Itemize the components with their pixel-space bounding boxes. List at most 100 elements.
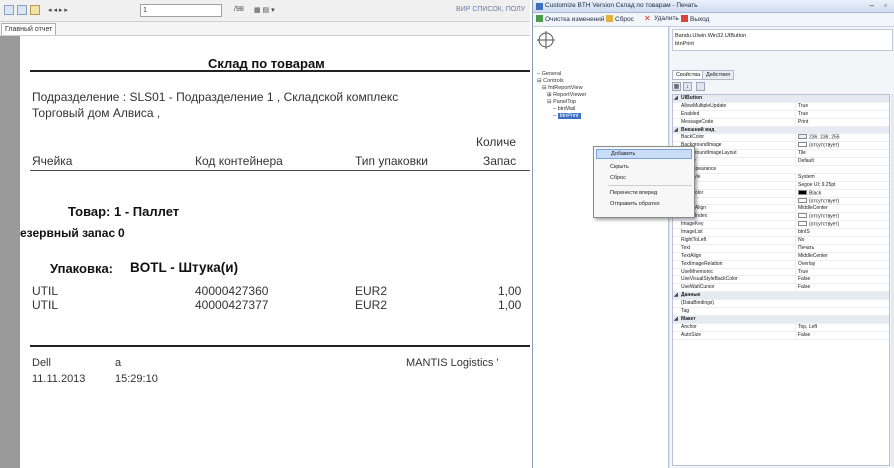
property-row[interactable]: BackColor 236; 236; 255 (673, 134, 889, 143)
crosshair-icon[interactable] (536, 30, 556, 50)
row2-qty: 1,00 (498, 298, 522, 312)
report-subtitle-2: Торговый дом Алвиса , (32, 106, 161, 120)
property-name: FlatAppearance (681, 166, 717, 173)
property-row[interactable]: AutoSize False (673, 331, 889, 340)
property-row[interactable]: Tag (673, 308, 889, 316)
property-value[interactable]: Segoe UI; 9,25pt (795, 181, 889, 190)
property-value[interactable]: MiddleCenter (795, 205, 889, 214)
tab-actions[interactable]: Действия (702, 70, 735, 80)
property-row[interactable]: ImageIndex(отсутствует) (673, 213, 889, 222)
tree-btn-print[interactable]: – btnPrint (553, 113, 581, 119)
property-row[interactable]: AllowMultipleUpdate True (673, 102, 889, 111)
collapse-icon[interactable]: ◢ (674, 95, 678, 103)
category-label: UIButton (681, 95, 703, 101)
property-pages-icon[interactable] (696, 82, 705, 91)
property-value[interactable]: False (795, 331, 889, 340)
property-value[interactable]: True (795, 102, 889, 111)
ctx-reset[interactable]: Сброс (596, 173, 692, 183)
property-name: ImageKey (681, 221, 704, 228)
tree-report-viewer[interactable]: ⊞ ReportViewer (547, 92, 586, 98)
property-row[interactable]: ImageList btnIS (673, 229, 889, 238)
row1-type: EUR2 (355, 284, 388, 298)
property-row[interactable]: TextImageRelation Overlay (673, 260, 889, 269)
property-row[interactable]: ImageAlign MiddleCenter (673, 205, 889, 214)
property-row[interactable]: Text Печать (673, 244, 889, 253)
tree-general[interactable]: – General (537, 71, 561, 77)
footer-divider (30, 345, 530, 347)
property-value[interactable]: Overlay (795, 260, 889, 269)
property-value[interactable]: No (795, 237, 889, 245)
alphabetical-icon[interactable]: ↓ (683, 82, 692, 91)
property-row[interactable]: FlatAppearance (673, 166, 889, 174)
tree-panel-top[interactable]: ⊟ PanelTop (547, 99, 576, 105)
property-row[interactable]: UseVisualStyleBackColor False (673, 276, 889, 285)
property-value[interactable]: Top, Left (795, 323, 889, 332)
property-value[interactable]: False (795, 284, 889, 293)
property-category[interactable]: ◢ Внешний вид (673, 126, 889, 135)
print-icon[interactable] (17, 5, 27, 15)
property-row[interactable]: MessageCode Print (673, 118, 889, 127)
collapse-icon[interactable]: ◢ (674, 316, 678, 324)
property-value[interactable]: btnIS (795, 229, 889, 238)
find-label[interactable]: ВИР СПИСОК, ПОЛУ (456, 6, 525, 13)
menu-clear-changes[interactable]: Очистка изменений (536, 15, 604, 23)
export-icon[interactable] (4, 5, 14, 15)
property-row[interactable]: UseMnemonic True (673, 268, 889, 277)
categorized-icon[interactable]: ▦ (672, 82, 681, 91)
property-value[interactable]: Печать (795, 244, 889, 253)
zoom-icons[interactable]: ▦ ▤ ▾ (254, 6, 275, 14)
property-row[interactable]: BackgroundImage (отсутствует) (673, 142, 889, 151)
reserve-value: 0 (118, 226, 125, 240)
property-row[interactable]: Enabled True (673, 110, 889, 119)
property-name: ForeColor (681, 190, 791, 198)
property-value[interactable]: Tile (795, 150, 889, 159)
footer-date: 11.11.2013 (32, 373, 86, 385)
property-row[interactable]: BackgroundImageLayout Tile (673, 150, 889, 159)
ctx-add[interactable]: Добавить (596, 149, 692, 159)
menu-exit[interactable]: Выход (681, 15, 709, 23)
property-row[interactable]: Font Segoe UI; 9,25pt (673, 181, 889, 190)
tab-main-report[interactable]: Главный отчет (1, 23, 57, 35)
property-value[interactable]: True (795, 268, 889, 277)
tab-properties[interactable]: Свойства (672, 70, 705, 80)
property-value[interactable]: Default (795, 158, 889, 167)
property-value[interactable]: System (795, 173, 889, 182)
menu-reset[interactable]: Сброс (606, 15, 634, 23)
collapse-icon[interactable]: ◢ (674, 127, 678, 135)
property-row[interactable]: ForeColorBlack (673, 189, 889, 199)
property-row[interactable]: (DataBindings) (673, 300, 889, 309)
tree-fnt-report-view[interactable]: ⊟ fntReportView (542, 85, 583, 91)
zoom-label[interactable]: /98 (234, 6, 244, 13)
ctx-send-backward[interactable]: Отправить обратно (596, 199, 692, 209)
col-container-code: Код контейнера (195, 154, 283, 168)
property-value[interactable]: MiddleCenter (795, 252, 889, 261)
property-row[interactable]: TextAlign MiddleCenter (673, 252, 889, 261)
collapse-icon[interactable]: ◢ (674, 292, 678, 300)
property-category[interactable]: ◢ UIButton (673, 95, 889, 103)
tree-btn-mail[interactable]: – btnMail (553, 106, 575, 112)
property-row[interactable]: Image(отсутствует) (673, 197, 889, 206)
menu-delete[interactable]: ✕ Удалить (644, 14, 679, 23)
layout-icon[interactable] (30, 5, 40, 15)
property-value[interactable]: Print (795, 118, 889, 127)
property-row[interactable]: ImageKey (отсутствует) (673, 221, 889, 230)
tree-controls[interactable]: ⊟ Controls (537, 78, 564, 84)
nav-buttons[interactable]: ◂ ◂ ▸ ▸ (48, 6, 68, 14)
window-controls[interactable]: ‒ ▫ (869, 1, 891, 10)
exit-icon (681, 15, 688, 22)
page-number-input[interactable]: 1 (140, 4, 222, 17)
ctx-bring-forward[interactable]: Перенести вперед (596, 188, 692, 198)
report-toolbar: ◂ ◂ ▸ ▸ 1 /98 ▦ ▤ ▾ ВИР СПИСОК, ПОЛУ (0, 0, 530, 22)
property-value[interactable]: False (795, 276, 889, 285)
component-name-box: Bandu.UIwin.Win32.UIButton btnPrint (672, 29, 893, 51)
property-category[interactable]: ◢ Макет (673, 315, 889, 324)
property-value[interactable]: True (795, 110, 889, 119)
property-row[interactable]: UseWaitCursor False (673, 284, 889, 293)
delete-icon: ✕ (644, 14, 651, 23)
property-row[interactable]: Cursor Default (673, 158, 889, 167)
property-row[interactable]: FlatStyle System (673, 173, 889, 182)
property-row[interactable]: RightToLeft No (673, 237, 889, 245)
ctx-hide[interactable]: Скрыть (596, 162, 692, 172)
property-row[interactable]: Anchor Top, Left (673, 323, 889, 332)
property-category[interactable]: ◢ Данные (673, 292, 889, 301)
